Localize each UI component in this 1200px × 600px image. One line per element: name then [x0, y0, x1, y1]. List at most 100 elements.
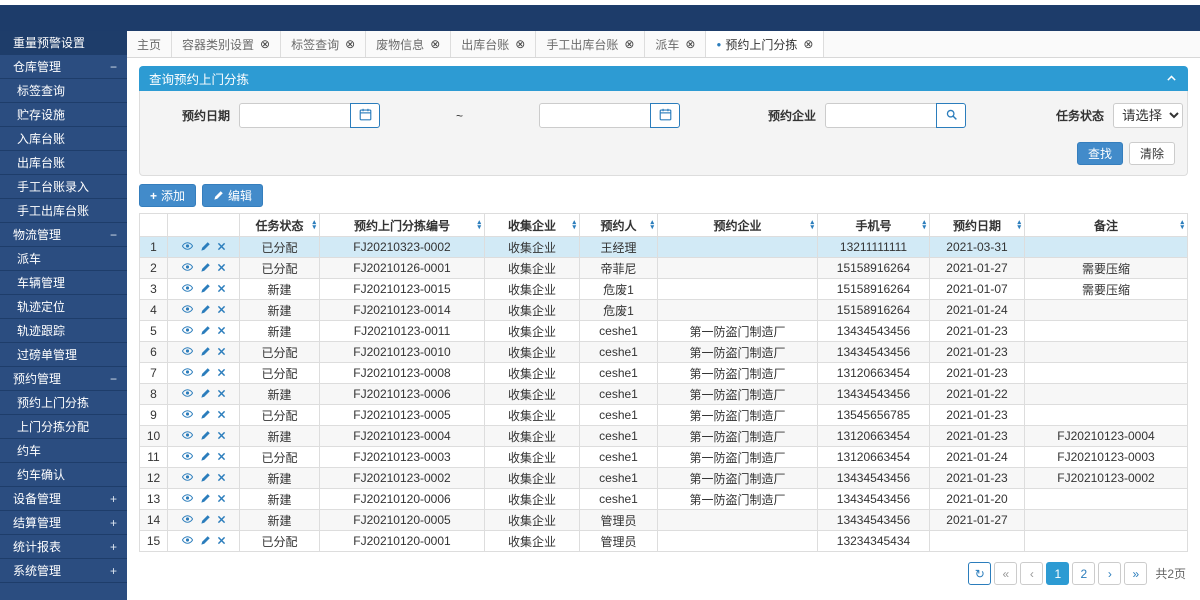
table-row[interactable]: 1已分配FJ20210323-0002收集企业王经理13211111111202… — [140, 237, 1188, 258]
sidebar-section[interactable]: 系统管理+ — [0, 559, 127, 583]
table-row[interactable]: 9已分配FJ20210123-0005收集企业ceshe1第一防盗门制造厂135… — [140, 405, 1188, 426]
view-icon[interactable] — [181, 534, 194, 548]
delete-icon[interactable] — [217, 346, 226, 358]
table-row[interactable]: 12新建FJ20210123-0002收集企业ceshe1第一防盗门制造厂134… — [140, 468, 1188, 489]
view-icon[interactable] — [181, 408, 194, 422]
tab-7[interactable]: 派车⊗ — [645, 31, 706, 57]
edit-icon[interactable] — [200, 493, 211, 506]
sidebar-item[interactable]: 手工出库台账 — [0, 199, 127, 223]
collapse-chevron-icon[interactable] — [1165, 72, 1178, 85]
delete-icon[interactable] — [217, 262, 226, 274]
minus-icon[interactable]: − — [110, 228, 117, 242]
view-icon[interactable] — [181, 429, 194, 443]
edit-icon[interactable] — [200, 430, 211, 443]
tab-close-icon[interactable]: ⊗ — [803, 37, 813, 51]
sort-icon[interactable]: ▴▾ — [810, 220, 814, 230]
view-icon[interactable] — [181, 450, 194, 464]
view-icon[interactable] — [181, 345, 194, 359]
last-page-button[interactable]: » — [1124, 562, 1147, 585]
table-row[interactable]: 11已分配FJ20210123-0003收集企业ceshe1第一防盗门制造厂13… — [140, 447, 1188, 468]
edit-icon[interactable] — [200, 283, 211, 296]
tab-1[interactable]: 主页 — [127, 31, 172, 57]
tab-4[interactable]: 废物信息⊗ — [366, 31, 451, 57]
edit-icon[interactable] — [200, 472, 211, 485]
edit-icon[interactable] — [200, 262, 211, 275]
tab-close-icon[interactable]: ⊗ — [515, 37, 525, 51]
sort-icon[interactable]: ▴▾ — [477, 220, 481, 230]
tab-close-icon[interactable]: ⊗ — [345, 37, 355, 51]
first-page-button[interactable]: « — [994, 562, 1017, 585]
table-row[interactable]: 14新建FJ20210120-0005收集企业管理员13434543456202… — [140, 510, 1188, 531]
edit-icon[interactable] — [200, 451, 211, 464]
plus-icon[interactable]: + — [110, 516, 117, 530]
table-row[interactable]: 15已分配FJ20210120-0001收集企业管理员13234345434 — [140, 531, 1188, 552]
sidebar-item[interactable]: 轨迹跟踪 — [0, 319, 127, 343]
refresh-button[interactable]: ↻ — [968, 562, 991, 585]
edit-icon[interactable] — [200, 514, 211, 527]
column-header[interactable]: 任务状态▴▾ — [240, 214, 320, 237]
prev-page-button[interactable]: ‹ — [1020, 562, 1043, 585]
edit-icon[interactable] — [200, 304, 211, 317]
delete-icon[interactable] — [217, 430, 226, 442]
sidebar-section[interactable]: 统计报表+ — [0, 535, 127, 559]
delete-icon[interactable] — [217, 472, 226, 484]
edit-icon[interactable] — [200, 241, 211, 254]
delete-icon[interactable] — [217, 241, 226, 253]
table-row[interactable]: 8新建FJ20210123-0006收集企业ceshe1第一防盗门制造厂1343… — [140, 384, 1188, 405]
view-icon[interactable] — [181, 471, 194, 485]
table-row[interactable]: 3新建FJ20210123-0015收集企业危废1151589162642021… — [140, 279, 1188, 300]
edit-button[interactable]: 编辑 — [202, 184, 263, 207]
sidebar-item[interactable]: 车辆管理 — [0, 271, 127, 295]
delete-icon[interactable] — [217, 451, 226, 463]
edit-icon[interactable] — [200, 388, 211, 401]
plus-icon[interactable]: + — [110, 564, 117, 578]
view-icon[interactable] — [181, 282, 194, 296]
sort-icon[interactable]: ▴▾ — [922, 220, 926, 230]
tab-close-icon[interactable]: ⊗ — [624, 37, 634, 51]
view-icon[interactable] — [181, 303, 194, 317]
view-icon[interactable] — [181, 324, 194, 338]
sidebar-item[interactable]: 入库台账 — [0, 127, 127, 151]
sort-icon[interactable]: ▴▾ — [1017, 220, 1021, 230]
plus-icon[interactable]: + — [110, 492, 117, 506]
sort-icon[interactable]: ▴▾ — [1180, 220, 1184, 230]
sidebar-item[interactable]: 上门分拣分配 — [0, 415, 127, 439]
table-row[interactable]: 2已分配FJ20210126-0001收集企业帝菲尼15158916264202… — [140, 258, 1188, 279]
sidebar-section[interactable]: 预约管理− — [0, 367, 127, 391]
delete-icon[interactable] — [217, 325, 226, 337]
tab-close-icon[interactable]: ⊗ — [260, 37, 270, 51]
sidebar-item-top[interactable]: 重量预警设置 — [0, 31, 127, 55]
edit-icon[interactable] — [200, 535, 211, 548]
column-header[interactable]: 备注▴▾ — [1025, 214, 1188, 237]
sort-icon[interactable]: ▴▾ — [572, 220, 576, 230]
minus-icon[interactable]: − — [110, 60, 117, 74]
delete-icon[interactable] — [217, 514, 226, 526]
table-row[interactable]: 6已分配FJ20210123-0010收集企业ceshe1第一防盗门制造厂134… — [140, 342, 1188, 363]
sidebar-item[interactable]: 手工台账录入 — [0, 175, 127, 199]
date-from-calendar-button[interactable] — [350, 103, 380, 128]
status-select[interactable]: 请选择 — [1113, 103, 1183, 128]
table-row[interactable]: 10新建FJ20210123-0004收集企业ceshe1第一防盗门制造厂131… — [140, 426, 1188, 447]
sidebar-section[interactable]: 物流管理− — [0, 223, 127, 247]
tab-2[interactable]: 容器类别设置⊗ — [172, 31, 281, 57]
sidebar-item[interactable]: 预约上门分拣 — [0, 391, 127, 415]
sidebar-section[interactable]: 结算管理+ — [0, 511, 127, 535]
table-row[interactable]: 4新建FJ20210123-0014收集企业危废1151589162642021… — [140, 300, 1188, 321]
sidebar-item[interactable]: 轨迹定位 — [0, 295, 127, 319]
sidebar-section[interactable]: 设备管理+ — [0, 487, 127, 511]
add-button[interactable]: + 添加 — [139, 184, 196, 207]
page-button-2[interactable]: 2 — [1072, 562, 1095, 585]
column-header[interactable]: 手机号▴▾ — [818, 214, 930, 237]
next-page-button[interactable]: › — [1098, 562, 1121, 585]
tab-close-icon[interactable]: ⊗ — [685, 37, 695, 51]
sidebar-item[interactable]: 标签查询 — [0, 79, 127, 103]
sidebar-item[interactable]: 约车确认 — [0, 463, 127, 487]
minus-icon[interactable]: − — [110, 372, 117, 386]
sort-icon[interactable]: ▴▾ — [312, 220, 316, 230]
delete-icon[interactable] — [217, 388, 226, 400]
view-icon[interactable] — [181, 387, 194, 401]
table-row[interactable]: 13新建FJ20210120-0006收集企业ceshe1第一防盗门制造厂134… — [140, 489, 1188, 510]
delete-icon[interactable] — [217, 304, 226, 316]
tab-8[interactable]: ●预约上门分拣⊗ — [706, 31, 824, 57]
search-button[interactable]: 查找 — [1077, 142, 1123, 165]
